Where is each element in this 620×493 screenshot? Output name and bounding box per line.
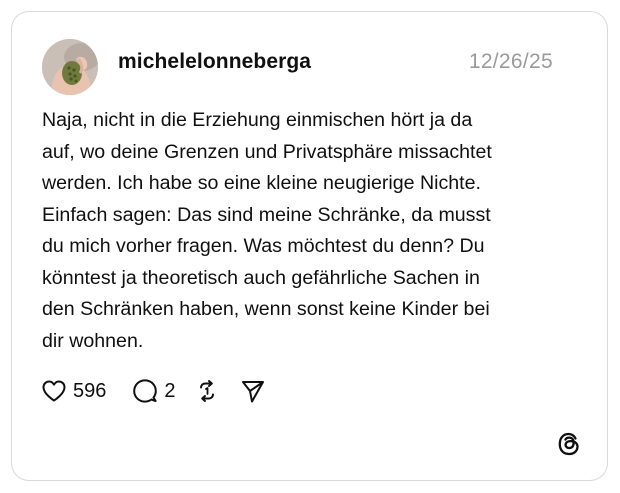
repost-button[interactable] — [194, 378, 220, 404]
repost-icon — [199, 380, 214, 402]
username[interactable]: michelelonneberga — [118, 50, 311, 74]
like-button[interactable]: 596 — [41, 379, 106, 403]
share-button[interactable] — [240, 378, 266, 404]
avatar[interactable] — [42, 39, 98, 95]
post-actions: 596 2 — [41, 376, 266, 406]
post-text: Naja, nicht in die Erziehung einmischen … — [42, 109, 492, 352]
avatar-image — [42, 39, 98, 95]
post-date: 12/26/25 — [468, 50, 553, 73]
reply-count: 2 — [164, 379, 176, 402]
heart-icon — [42, 380, 66, 402]
like-count: 596 — [73, 379, 107, 402]
speech-bubble-icon — [133, 379, 158, 403]
send-icon — [241, 381, 264, 403]
reply-button[interactable]: 2 — [132, 378, 176, 404]
post-card: michelelonneberga 12/26/25 Naja, nicht i… — [11, 11, 608, 481]
threads-logo-icon[interactable] — [555, 430, 583, 458]
